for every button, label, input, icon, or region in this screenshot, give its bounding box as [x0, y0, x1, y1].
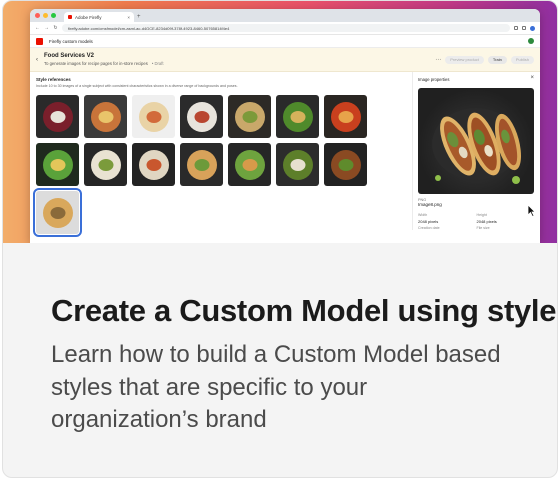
extensions-icon — [514, 26, 518, 30]
style-references-panel: Style references Include 10 to 30 images… — [30, 72, 412, 237]
maximize-window-icon — [51, 13, 56, 18]
hero-image: Adobe Firefly × + ← → ↻ firefly.adobe.co… — [3, 1, 557, 243]
tab-strip: Adobe Firefly × + — [30, 9, 540, 22]
file-size-label: File size — [476, 226, 490, 230]
style-thumbnail-bowl-dark — [36, 95, 79, 138]
app-breadcrumb: Firefly custom models — [49, 38, 93, 44]
file-name: Image8.png — [418, 202, 442, 207]
style-thumbnail-greens-spread — [276, 95, 319, 138]
food-shape — [146, 158, 161, 171]
tutorial-card[interactable]: Adobe Firefly × + ← → ↻ firefly.adobe.co… — [2, 0, 558, 478]
style-thumbnail-green-salad — [36, 143, 79, 186]
new-tab-icon: + — [137, 14, 141, 20]
minimize-window-icon — [43, 13, 48, 18]
properties-title: Image properties — [418, 77, 450, 82]
model-header: ‹ Food Services V2 To generate images fo… — [30, 48, 540, 72]
width-label: Width — [418, 213, 428, 217]
adobe-logo-icon — [36, 37, 43, 45]
width-value: 2048 pixels — [418, 219, 439, 224]
tab-close-icon: × — [127, 14, 130, 20]
publish-button: Publish — [510, 55, 534, 64]
browser-tab: Adobe Firefly × — [64, 12, 134, 22]
style-thumbnail-tomato-soup — [324, 95, 367, 138]
food-shape — [338, 158, 353, 171]
style-thumbnail-veg-bowl — [132, 143, 175, 186]
creation-date-label: Creation date — [418, 226, 440, 230]
style-thumbnail-green-soup — [276, 143, 319, 186]
style-thumbnail-plate-salad — [132, 95, 175, 138]
thumbnail-grid — [33, 95, 406, 237]
close-window-icon — [35, 13, 40, 18]
close-icon: × — [530, 75, 534, 81]
back-chevron-icon: ‹ — [36, 56, 38, 63]
height-value: 2048 pixels — [476, 219, 497, 224]
section-description: Include 10 to 30 images of a single subj… — [36, 84, 238, 88]
food-shape — [194, 158, 209, 171]
firefly-favicon-icon — [68, 15, 72, 19]
style-thumbnail-stew-bowl — [84, 143, 127, 186]
food-shape — [290, 110, 305, 123]
style-thumbnail-grilled-chicken — [180, 143, 223, 186]
food-shape — [50, 206, 65, 219]
browser-profile-icon — [530, 25, 535, 31]
style-thumbnail-pizza — [84, 95, 127, 138]
url-field: firefly.adobe.com/cmsfmodel/cm-asml-ac-d… — [62, 24, 510, 32]
food-shape — [290, 158, 305, 171]
card-description: Learn how to build a Custom Model based … — [51, 341, 501, 433]
window-controls — [35, 13, 56, 18]
food-shape — [146, 110, 161, 123]
style-thumbnail-meat-plate — [180, 95, 223, 138]
food-shape — [50, 158, 65, 171]
style-thumbnail-grilled-salad — [228, 143, 271, 186]
image-properties-panel: Image properties × PNG Image8.png Width … — [412, 72, 540, 230]
mouse-pointer-icon — [527, 204, 536, 217]
food-shape — [98, 158, 113, 171]
image-preview — [418, 88, 534, 194]
style-thumbnail-grain-bowls — [228, 95, 271, 138]
user-avatar — [528, 38, 534, 44]
food-shape — [242, 158, 257, 171]
model-description: To generate images for recipe pages for … — [44, 61, 148, 66]
app-bar: Firefly custom models — [30, 35, 540, 48]
draft-status: • Draft — [151, 61, 164, 66]
sidebar-icon — [522, 26, 526, 30]
food-shape — [194, 110, 209, 123]
section-title: Style references — [36, 77, 71, 82]
more-options-icon: ··· — [435, 56, 442, 63]
reload-icon: ↻ — [53, 25, 58, 31]
model-title: Food Services V2 — [44, 53, 95, 59]
food-shape — [338, 110, 353, 123]
train-button: Train — [487, 55, 507, 64]
model-subtitle: To generate images for recipe pages for … — [44, 61, 164, 66]
food-shape — [98, 110, 113, 123]
food-shape — [50, 110, 65, 123]
card-headline: Create a Custom Model using styles — [51, 293, 558, 328]
tab-title: Adobe Firefly — [75, 14, 102, 20]
style-thumbnail-skewers — [324, 143, 367, 186]
image-metadata: Width Height 2048 pixels 2048 pixels Cre… — [418, 213, 535, 230]
style-thumbnail-tacos — [33, 188, 82, 237]
back-arrow-icon: ← — [35, 25, 40, 31]
address-bar: ← → ↻ firefly.adobe.com/cmsfmodel/cm-asm… — [30, 22, 540, 35]
food-shape — [242, 110, 257, 123]
preview-product-button: Preview product — [445, 55, 484, 64]
browser-window: Adobe Firefly × + ← → ↻ firefly.adobe.co… — [30, 9, 540, 243]
tacos-image — [432, 108, 522, 184]
forward-arrow-icon: → — [44, 25, 49, 31]
